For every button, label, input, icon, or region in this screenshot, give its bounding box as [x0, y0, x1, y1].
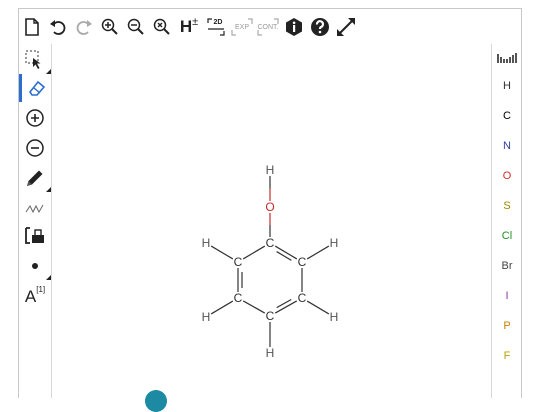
chain-icon	[25, 204, 44, 214]
atom-c[interactable]: C	[298, 255, 307, 269]
dot-icon	[32, 263, 38, 269]
atom-dot-button[interactable]	[19, 252, 51, 280]
help-icon[interactable]	[307, 14, 333, 40]
hydrogen-toggle-button[interactable]: H ±	[175, 14, 203, 40]
charge-minus-button[interactable]	[19, 134, 51, 162]
bond[interactable]	[306, 300, 330, 315]
expand-abbreviation-label: EXP	[234, 23, 249, 31]
erase-tool-button[interactable]	[19, 74, 51, 102]
element-button-cl[interactable]: Cl	[492, 225, 522, 247]
atom-c[interactable]: C	[298, 291, 307, 305]
new-document-icon[interactable]	[19, 14, 45, 40]
element-button-br[interactable]: Br	[492, 255, 522, 277]
bond[interactable]	[242, 300, 266, 314]
zoom-out-icon[interactable]	[123, 14, 149, 40]
element-button-p[interactable]: P	[492, 315, 522, 337]
element-toolbar: H C N O S Cl Br I P F	[491, 44, 522, 398]
element-button-c[interactable]: C	[492, 105, 522, 127]
bond[interactable]	[242, 245, 266, 260]
molecule-structure: H O C C C C C C H H H H H	[202, 163, 339, 360]
fullscreen-icon[interactable]	[333, 14, 359, 40]
charge-plus-button[interactable]	[19, 104, 51, 132]
bond[interactable]	[306, 245, 330, 260]
redo-icon[interactable]	[71, 14, 97, 40]
zoom-reset-icon[interactable]	[149, 14, 175, 40]
atom-o[interactable]: O	[265, 200, 274, 214]
left-toolbar: A [1]	[19, 44, 52, 398]
expand-abbreviation-button[interactable]: EXP	[229, 14, 255, 40]
double-bond[interactable]	[276, 298, 292, 309]
atom-c[interactable]: C	[234, 255, 243, 269]
hydrogen-toggle-label: H	[179, 17, 193, 36]
info-icon[interactable]	[281, 14, 307, 40]
charge-plus-icon	[26, 109, 44, 127]
atom-h[interactable]: H	[202, 310, 211, 324]
submenu-corner-icon	[46, 187, 51, 192]
element-button-n[interactable]: N	[492, 135, 522, 157]
template-tool-button[interactable]	[19, 222, 51, 250]
contract-abbreviation-button[interactable]: CONT.	[255, 14, 281, 40]
bond[interactable]	[210, 300, 234, 315]
atom-h[interactable]: H	[266, 163, 275, 177]
atom-h[interactable]: H	[202, 236, 211, 250]
drawing-canvas[interactable]: H O C C C C C C H H H H H	[52, 44, 490, 398]
element-button-f[interactable]: F	[492, 345, 522, 367]
bond-tool-button[interactable]	[19, 164, 51, 192]
element-button-o[interactable]: O	[492, 165, 522, 187]
chain-tool-button[interactable]	[19, 194, 51, 222]
zoom-in-icon[interactable]	[97, 14, 123, 40]
atom-label-text: A	[24, 287, 37, 306]
top-toolbar: H ± 2D EXP CONT.	[19, 12, 359, 42]
bond[interactable]	[210, 245, 234, 260]
atom-h[interactable]: H	[266, 346, 275, 360]
charge-minus-icon	[26, 139, 44, 157]
undo-icon[interactable]	[45, 14, 71, 40]
clean-2d-button[interactable]: 2D	[203, 14, 229, 40]
select-tool-button[interactable]	[19, 46, 51, 74]
eraser-icon	[28, 80, 45, 96]
atom-index-text: [1]	[36, 284, 46, 294]
atom-label-button[interactable]: A [1]	[19, 280, 51, 308]
clean-2d-label: 2D	[213, 18, 223, 26]
pencil-icon	[27, 170, 43, 186]
atom-c[interactable]: C	[266, 309, 275, 323]
element-button-h[interactable]: H	[492, 75, 522, 97]
atom-c[interactable]: C	[234, 291, 243, 305]
floating-action-button[interactable]	[145, 390, 167, 412]
element-button-s[interactable]: S	[492, 195, 522, 217]
atom-h[interactable]: H	[330, 236, 339, 250]
periodic-table-button[interactable]	[492, 47, 522, 69]
atom-c[interactable]: C	[266, 236, 275, 250]
rectangle-select-icon	[25, 50, 41, 69]
template-icon	[25, 227, 44, 244]
periodic-table-icon	[497, 53, 517, 63]
hydrogen-toggle-sign: ±	[192, 16, 199, 28]
element-button-i[interactable]: I	[492, 285, 522, 307]
contract-abbreviation-label: CONT.	[257, 23, 279, 31]
atom-h[interactable]: H	[330, 310, 339, 324]
double-bond[interactable]	[276, 251, 292, 261]
